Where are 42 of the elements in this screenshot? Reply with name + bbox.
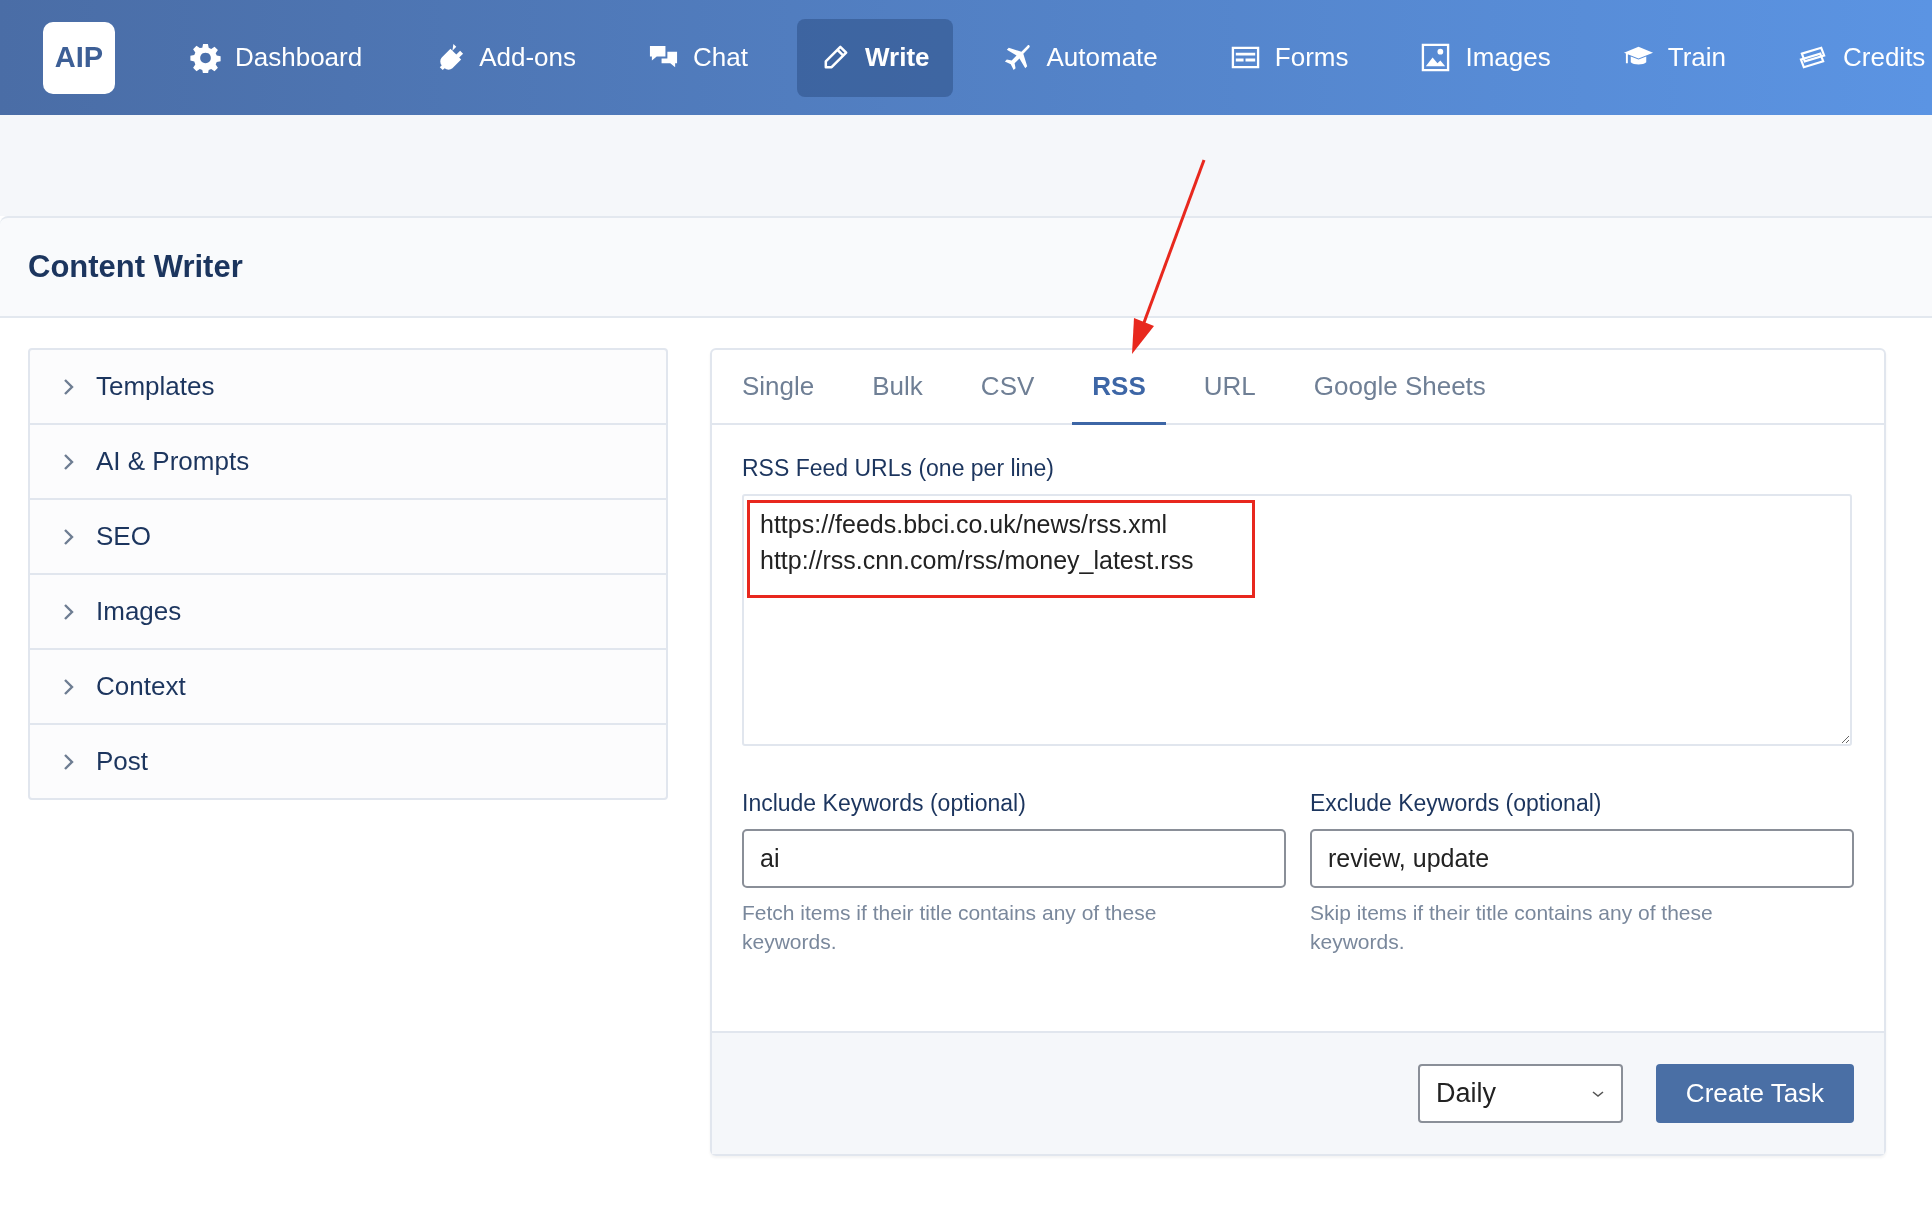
nav-item[interactable]: Write (796, 18, 953, 97)
accordion-label: SEO (96, 521, 151, 552)
feed-urls-textarea[interactable]: https://feeds.bbci.co.uk/news/rss.xml http://rss.cnn.com/rss/money_latest.rss (742, 494, 1852, 746)
tab[interactable]: RSS (1072, 350, 1166, 425)
nav-item[interactable]: Train (1599, 18, 1749, 97)
nav-item[interactable]: Chat (625, 18, 771, 97)
create-task-button[interactable]: Create Task (1656, 1064, 1854, 1123)
accordion-label: Images (96, 596, 182, 627)
caret-icon (1591, 1088, 1605, 1099)
tab[interactable]: URL (1183, 350, 1276, 425)
nav-item[interactable]: Credits (1775, 18, 1932, 97)
nav-item[interactable]: Automate (978, 18, 1181, 97)
image-icon (1420, 42, 1452, 73)
tab[interactable]: CSV (960, 350, 1055, 425)
exclude-keywords-field[interactable]: review, update (1310, 829, 1854, 888)
tab[interactable]: Google Sheets (1293, 350, 1506, 425)
accordion-item[interactable]: Post (30, 725, 666, 798)
tab[interactable]: Bulk (852, 350, 943, 425)
accordion-item[interactable]: AI & Prompts (30, 425, 666, 500)
help-text: Skip items if their title contains any of these keywords. (1310, 900, 1714, 955)
schedule-dropdown[interactable]: Daily (1418, 1064, 1623, 1123)
field-label: Exclude Keywords (optional) (1310, 790, 1603, 817)
nav-item[interactable]: Forms (1206, 18, 1372, 97)
include-keywords-field[interactable]: ai (742, 829, 1286, 888)
logo[interactable]: AIP (43, 21, 115, 94)
help-text: Fetch items if their title contains any of these keywords. (742, 900, 1158, 955)
nav-item[interactable]: Images (1397, 18, 1574, 97)
nav-item[interactable]: Dashboard (167, 18, 386, 97)
tab[interactable]: Single (722, 350, 835, 425)
accordion-label: Context (96, 671, 186, 702)
gear-icon (190, 42, 221, 73)
page-title: Content Writer (28, 249, 243, 285)
accordion-label: Templates (96, 371, 215, 402)
accordion-item[interactable]: SEO (30, 500, 666, 575)
accordion-label: Post (96, 746, 149, 777)
nav-item[interactable]: Add-ons (411, 18, 600, 97)
accordion-item[interactable]: Templates (30, 350, 666, 425)
accordion-item[interactable]: Images (30, 575, 666, 650)
field-label: RSS Feed URLs (one per line) (742, 455, 1055, 482)
field-label: Include Keywords (optional) (742, 790, 1027, 817)
accordion-item[interactable]: Context (30, 650, 666, 725)
accordion-label: AI & Prompts (96, 446, 250, 477)
